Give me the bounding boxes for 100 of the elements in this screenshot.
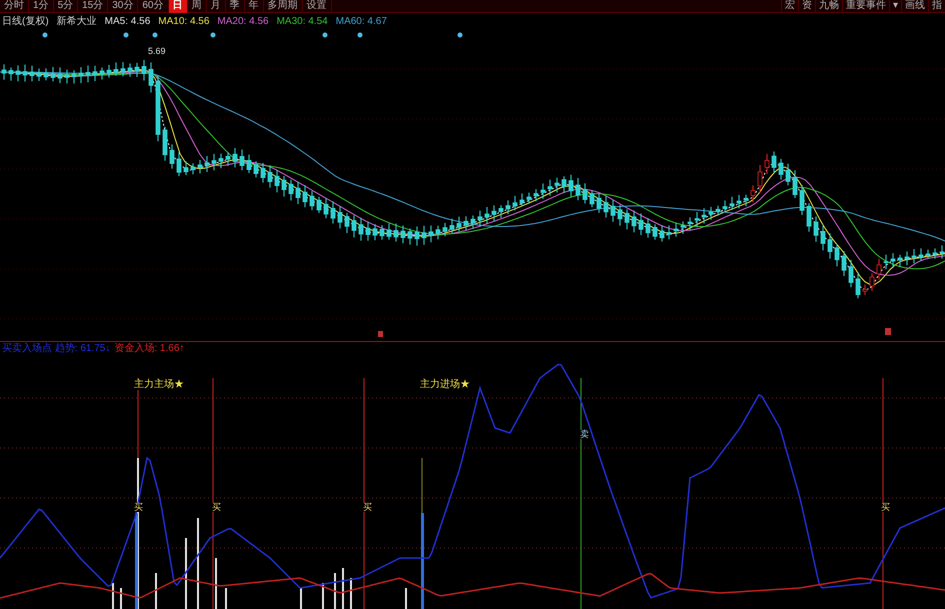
candle xyxy=(2,64,6,80)
candle xyxy=(834,243,840,267)
candle xyxy=(716,205,720,216)
candle xyxy=(310,190,314,211)
candle xyxy=(590,190,594,208)
period-tab[interactable]: 月 xyxy=(206,0,226,12)
candle xyxy=(470,214,476,230)
toolbar-button[interactable]: 重要事件 xyxy=(842,0,889,12)
candle xyxy=(912,248,916,264)
candle xyxy=(106,64,112,78)
candle xyxy=(772,150,776,174)
candle xyxy=(736,194,742,209)
candle xyxy=(652,224,658,240)
candle xyxy=(926,249,930,260)
toolbar-button[interactable]: 画线 xyxy=(901,0,928,12)
period-tab[interactable]: 设置 xyxy=(302,0,332,12)
candle xyxy=(638,212,644,236)
candle xyxy=(534,188,538,202)
period-tab[interactable]: 30分 xyxy=(108,0,138,12)
candle xyxy=(842,250,846,277)
marker-icon xyxy=(378,331,383,337)
indicator-label: 资金入场: 1.66↑ xyxy=(114,344,184,354)
buy-signal: 买 xyxy=(363,503,372,512)
candle xyxy=(176,151,182,177)
signal-annotation: 主力进场★ xyxy=(420,380,470,390)
candle xyxy=(212,153,216,171)
candle xyxy=(260,162,266,184)
moving-average-label: MA20: 4.56 xyxy=(217,17,269,27)
candle xyxy=(64,69,70,84)
candle xyxy=(394,223,398,242)
period-tab[interactable]: 15分 xyxy=(78,0,108,12)
candle xyxy=(268,164,272,188)
toolbar-button[interactable]: 九畅 xyxy=(815,0,842,12)
candle xyxy=(142,59,146,81)
candle xyxy=(92,65,98,82)
candle xyxy=(344,212,350,234)
marker-icon xyxy=(885,328,891,335)
period-tab[interactable]: 日 xyxy=(168,0,188,12)
candle xyxy=(548,179,552,196)
period-tab[interactable]: 季 xyxy=(226,0,244,12)
candle xyxy=(128,62,132,78)
candle xyxy=(78,66,84,84)
candle xyxy=(414,226,420,246)
sell-signal: 卖 xyxy=(580,430,589,439)
candle xyxy=(492,204,496,222)
candle xyxy=(16,64,20,82)
candle xyxy=(792,170,798,198)
candle xyxy=(246,154,252,174)
indicator-label: 买卖入场点 趋势: 61.75↓ xyxy=(2,344,110,354)
toolbar-button[interactable]: 指 xyxy=(928,0,945,12)
toolbar-button[interactable]: ▾ xyxy=(889,0,901,12)
candle xyxy=(744,194,748,207)
candle xyxy=(380,224,384,240)
candle xyxy=(506,200,510,215)
candle xyxy=(632,210,636,233)
candle xyxy=(422,225,426,246)
candle xyxy=(302,184,308,208)
buy-signal: 买 xyxy=(212,503,221,512)
candle xyxy=(408,228,412,246)
candle xyxy=(758,164,762,194)
candle xyxy=(660,224,664,242)
candle xyxy=(296,181,300,205)
period-tab[interactable]: 年 xyxy=(244,0,264,12)
candle xyxy=(646,218,650,238)
candle xyxy=(184,160,188,176)
period-tab[interactable]: 分时 xyxy=(0,0,29,12)
period-tab[interactable]: 周 xyxy=(188,0,206,12)
candle xyxy=(358,217,364,242)
candle xyxy=(478,210,482,228)
candle xyxy=(848,259,854,288)
candle xyxy=(44,68,48,81)
candle xyxy=(680,220,686,234)
candle xyxy=(288,179,294,202)
candle xyxy=(498,204,504,218)
candle xyxy=(190,162,196,175)
candle xyxy=(386,223,392,240)
period-tab[interactable]: 5分 xyxy=(54,0,78,12)
candle xyxy=(800,184,804,216)
candle xyxy=(50,66,56,82)
candle xyxy=(904,251,910,266)
candle xyxy=(282,176,286,198)
candle xyxy=(618,204,622,226)
moving-average-label: MA5: 4.56 xyxy=(104,17,150,27)
candle xyxy=(316,196,322,214)
candle xyxy=(400,224,406,244)
candle xyxy=(674,222,678,238)
candle xyxy=(30,65,34,82)
moving-average-label: MA10: 4.56 xyxy=(158,17,210,27)
candle xyxy=(582,182,588,204)
candle xyxy=(134,62,140,78)
buy-signal: 买 xyxy=(134,503,143,512)
candle xyxy=(806,202,812,232)
toolbar-button[interactable]: 资 xyxy=(798,0,815,12)
candle xyxy=(722,200,728,212)
candle xyxy=(666,225,672,240)
period-tab[interactable]: 1分 xyxy=(29,0,54,12)
candle xyxy=(876,258,882,280)
period-tab[interactable]: 多周期 xyxy=(264,0,302,12)
candle xyxy=(750,184,756,203)
candle xyxy=(604,195,608,218)
